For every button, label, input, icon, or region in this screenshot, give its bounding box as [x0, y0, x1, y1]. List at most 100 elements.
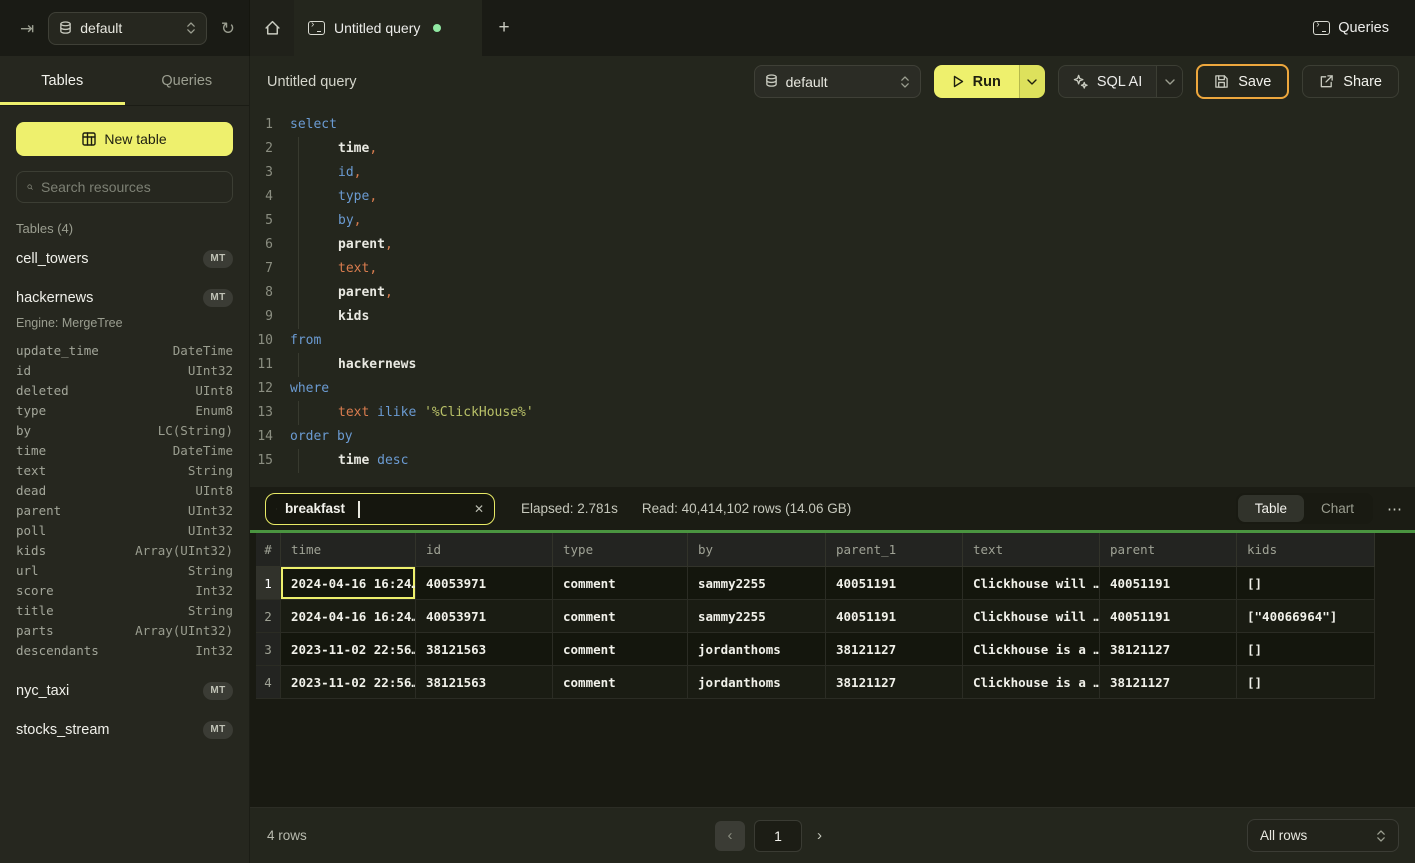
table-cell[interactable]: Clickhouse will … — [963, 567, 1100, 600]
sql-editor[interactable]: 1select2time,3id,4type,5by,6parent,7text… — [250, 107, 1415, 487]
queries-label: Queries — [1338, 20, 1389, 36]
collapse-sidebar-icon[interactable]: ⇥ — [20, 20, 34, 37]
run-options-button[interactable] — [1019, 65, 1045, 98]
sql-ai-options-button[interactable] — [1156, 66, 1182, 97]
table-cell[interactable]: 2024-04-16 16:24… — [281, 600, 416, 633]
table-cell[interactable]: Clickhouse is a … — [963, 633, 1100, 666]
code-text: parent, — [277, 233, 393, 257]
table-cell[interactable]: ["40066964"] — [1237, 600, 1375, 633]
row-number-cell[interactable]: 1 — [256, 567, 281, 600]
next-page-button[interactable]: › — [811, 827, 828, 844]
sidebar-table-cell_towers[interactable]: cell_towers MT — [16, 242, 233, 275]
table-cell[interactable]: [] — [1237, 633, 1375, 666]
results-search[interactable]: ✕ — [265, 493, 495, 525]
column-type: UInt8 — [195, 483, 233, 498]
column-row: deletedUInt8 — [16, 380, 233, 400]
view-toggle-chart[interactable]: Chart — [1304, 495, 1371, 522]
line-number: 6 — [250, 233, 277, 257]
sidebar-search-input[interactable] — [41, 179, 222, 195]
table-cell[interactable]: 40051191 — [826, 567, 963, 600]
queries-button[interactable]: Queries — [1313, 0, 1415, 56]
table-cell[interactable]: 40053971 — [416, 567, 553, 600]
refresh-icon[interactable]: ↻ — [221, 20, 235, 37]
column-type: Array(UInt32) — [135, 623, 233, 638]
header-cell: # — [256, 533, 281, 567]
column-type: Int32 — [195, 583, 233, 598]
column-type: DateTime — [173, 343, 233, 358]
column-row: score Int32 — [16, 580, 233, 600]
table-cell[interactable]: sammy2255 — [688, 567, 826, 600]
results-search-input[interactable] — [285, 501, 466, 516]
pagination: ‹ 1 › — [715, 820, 828, 852]
table-cell[interactable]: 38121127 — [1100, 666, 1237, 699]
table-cell[interactable]: jordanthoms — [688, 633, 826, 666]
code-token: , — [369, 137, 377, 161]
table-cell[interactable]: [] — [1237, 666, 1375, 699]
sidebar-table-stocks_stream[interactable]: stocks_stream MT — [16, 713, 233, 746]
sidebar-tab-tables[interactable]: Tables — [0, 56, 125, 105]
table-cell[interactable]: Clickhouse will … — [963, 600, 1100, 633]
table-cell[interactable]: comment — [553, 633, 688, 666]
code-token: parent — [338, 281, 385, 305]
column-name: type — [16, 403, 46, 418]
query-database-select[interactable]: default — [754, 65, 921, 98]
run-label: Run — [973, 74, 1001, 90]
table-cell[interactable]: comment — [553, 666, 688, 699]
topbar-database-select[interactable]: default — [48, 12, 207, 45]
table-cell[interactable]: comment — [553, 600, 688, 633]
query-actions: default Run — [754, 64, 1399, 99]
more-options-icon[interactable]: ⋯ — [1387, 500, 1403, 518]
table-cell[interactable]: 40051191 — [826, 600, 963, 633]
page-size-select[interactable]: All rows — [1247, 819, 1399, 852]
run-button[interactable]: Run — [934, 65, 1019, 98]
table-cell[interactable]: [] — [1237, 567, 1375, 600]
share-button[interactable]: Share — [1302, 65, 1399, 98]
header-cell: parent_1 — [826, 533, 963, 567]
column-name: score — [16, 583, 54, 598]
column-type: String — [188, 463, 233, 478]
table-cell[interactable]: 2023-11-02 22:56… — [281, 666, 416, 699]
sidebar-tab-queries[interactable]: Queries — [125, 56, 250, 105]
save-button[interactable]: Save — [1196, 64, 1289, 99]
table-cell[interactable]: 38121563 — [416, 633, 553, 666]
table-cell[interactable]: comment — [553, 567, 688, 600]
tab-untitled-query[interactable]: Untitled query — [294, 0, 482, 56]
table-cell[interactable]: Clickhouse is a … — [963, 666, 1100, 699]
query-database-value: default — [786, 74, 892, 90]
table-cell[interactable]: 38121563 — [416, 666, 553, 699]
sidebar-search[interactable] — [16, 171, 233, 203]
elapsed-stat: Elapsed: 2.781s — [521, 501, 618, 516]
column-name: text — [16, 463, 46, 478]
sidebar: Tables Queries New table Tables (4) cell… — [0, 56, 250, 863]
table-cell[interactable]: jordanthoms — [688, 666, 826, 699]
table-cell[interactable]: 2024-04-16 16:24… — [281, 567, 416, 600]
table-cell[interactable]: 38121127 — [826, 633, 963, 666]
topbar-left: ⇥ default ↻ — [0, 0, 250, 56]
table-cell[interactable]: 38121127 — [826, 666, 963, 699]
table-cell[interactable]: 40053971 — [416, 600, 553, 633]
new-table-button[interactable]: New table — [16, 122, 233, 156]
sidebar-body: New table Tables (4) cell_towers MT hack… — [0, 106, 249, 746]
table-cell[interactable]: 38121127 — [1100, 633, 1237, 666]
clear-icon[interactable]: ✕ — [474, 502, 484, 516]
sidebar-table-hackernews[interactable]: hackernews MT — [16, 281, 233, 314]
header-cell: time — [281, 533, 416, 567]
view-toggle-table[interactable]: Table — [1238, 495, 1304, 522]
home-tab[interactable] — [250, 0, 294, 56]
table-cell[interactable]: 2023-11-02 22:56… — [281, 633, 416, 666]
column-row: typeEnum8 — [16, 400, 233, 420]
row-number-cell[interactable]: 2 — [256, 600, 281, 633]
editor-line: 4type, — [250, 185, 1415, 209]
page-number-button[interactable]: 1 — [754, 820, 802, 852]
table-cell[interactable]: sammy2255 — [688, 600, 826, 633]
sql-ai-button[interactable]: SQL AI — [1059, 66, 1156, 97]
sidebar-table-nyc_taxi[interactable]: nyc_taxi MT — [16, 674, 233, 707]
new-tab-button[interactable]: + — [482, 0, 526, 56]
table-cell[interactable]: 40051191 — [1100, 567, 1237, 600]
row-number-cell[interactable]: 4 — [256, 666, 281, 699]
row-number-cell[interactable]: 3 — [256, 633, 281, 666]
prev-page-button[interactable]: ‹ — [715, 821, 745, 851]
table-cell[interactable]: 40051191 — [1100, 600, 1237, 633]
column-name: poll — [16, 523, 46, 538]
code-token: , — [369, 185, 377, 209]
